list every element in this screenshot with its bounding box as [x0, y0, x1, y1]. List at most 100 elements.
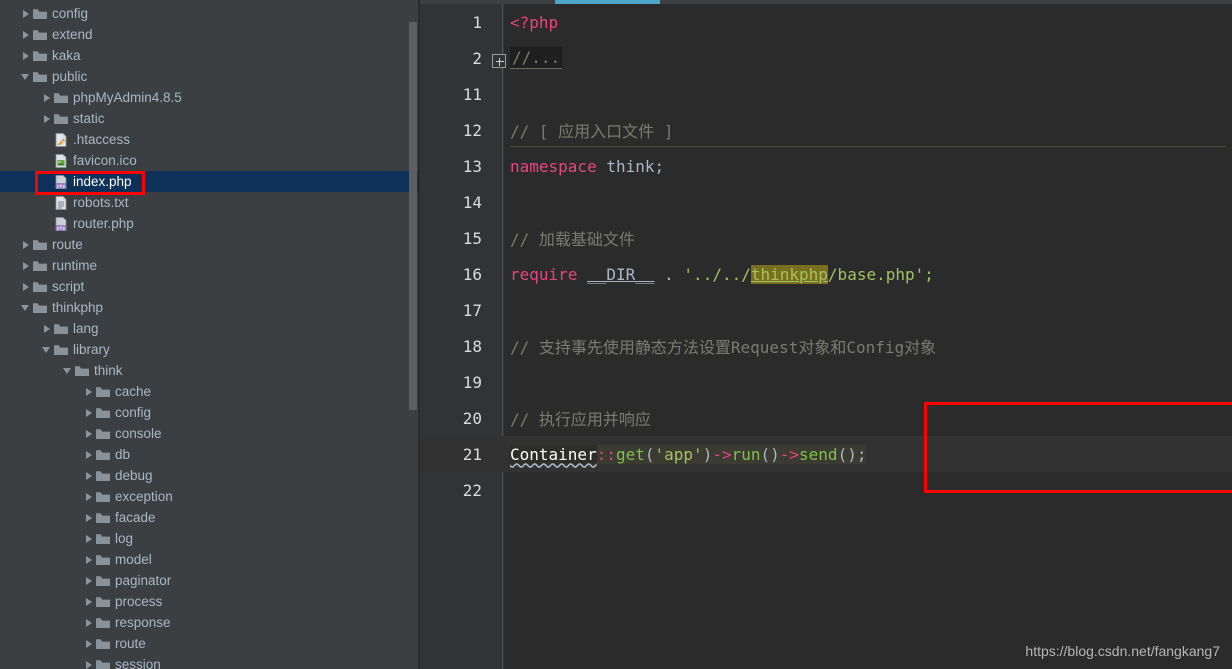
chevron-right-icon[interactable] [20, 260, 32, 272]
line-number: 22 [462, 480, 482, 500]
code-token: :: [596, 444, 616, 464]
tree-item-runtime[interactable]: runtime [0, 255, 420, 276]
tree-item-config[interactable]: config [0, 3, 420, 24]
tree-item-lang[interactable]: lang [0, 318, 420, 339]
folder-icon [95, 489, 111, 505]
chevron-right-icon[interactable] [20, 8, 32, 20]
chevron-right-icon[interactable] [83, 617, 95, 629]
tree-item-index-php[interactable]: php index.php [0, 171, 420, 192]
tree-item-config[interactable]: config [0, 402, 420, 423]
line-content: // 加载基础文件 [510, 220, 635, 256]
chevron-right-icon[interactable] [41, 323, 53, 335]
code-line[interactable]: 12 // [ 应用入口文件 ] [420, 112, 1232, 148]
tree-item-log[interactable]: log [0, 528, 420, 549]
folded-comment[interactable]: //... [510, 47, 563, 69]
code-line[interactable]: 1 <?php [420, 4, 1232, 40]
chevron-right-icon[interactable] [83, 470, 95, 482]
code-line[interactable]: 18 // 支持事先使用静态方法设置Request对象和Config对象 [420, 328, 1232, 364]
folder-icon [95, 447, 111, 463]
tree-item--htaccess[interactable]: .htaccess [0, 129, 420, 150]
folder-icon [95, 615, 111, 631]
code-fold-expand-icon[interactable] [492, 54, 506, 68]
code-line[interactable]: 15 // 加载基础文件 [420, 220, 1232, 256]
tree-item-facade[interactable]: facade [0, 507, 420, 528]
code-token: // 支持事先使用静态方法设置Request对象和Config对象 [510, 338, 937, 357]
tree-item-kaka[interactable]: kaka [0, 45, 420, 66]
tree-item-exception[interactable]: exception [0, 486, 420, 507]
tree-item-public[interactable]: public [0, 66, 420, 87]
tree-item-process[interactable]: process [0, 591, 420, 612]
tree-item-route[interactable]: route [0, 633, 420, 654]
chevron-right-icon[interactable] [83, 428, 95, 440]
code-token: 'app' [654, 444, 703, 464]
tree-item-label: thinkphp [52, 300, 104, 315]
chevron-right-icon[interactable] [83, 575, 95, 587]
tree-item-script[interactable]: script [0, 276, 420, 297]
chevron-right-icon[interactable] [83, 491, 95, 503]
chevron-right-icon[interactable] [83, 638, 95, 650]
folder-icon [74, 363, 90, 379]
tree-item-router-php[interactable]: php router.php [0, 213, 420, 234]
tree-item-cache[interactable]: cache [0, 381, 420, 402]
chevron-down-icon[interactable] [20, 302, 32, 314]
project-tree[interactable]: config extend kaka public phpMyAdmin4.8.5 sta… [0, 3, 420, 669]
thinkphp-path-highlight: thinkphp [750, 264, 828, 284]
code-line[interactable]: 19 [420, 364, 1232, 400]
tree-item-response[interactable]: response [0, 612, 420, 633]
chevron-right-icon[interactable] [83, 512, 95, 524]
chevron-right-icon[interactable] [41, 113, 53, 125]
code-line[interactable]: 17 [420, 292, 1232, 328]
chevron-right-icon[interactable] [83, 386, 95, 398]
tree-item-phpmyadmin4-8-5[interactable]: phpMyAdmin4.8.5 [0, 87, 420, 108]
chevron-down-icon[interactable] [62, 365, 74, 377]
tree-item-debug[interactable]: debug [0, 465, 420, 486]
tree-item-thinkphp[interactable]: thinkphp [0, 297, 420, 318]
code-line[interactable]: 16 require __DIR__ . '../../thinkphp/base… [420, 256, 1232, 292]
code-line[interactable]: 21 Container::get('app')->run()->send(); [420, 436, 1232, 472]
chevron-right-icon[interactable] [83, 533, 95, 545]
line-content: //... [510, 40, 563, 76]
tree-item-extend[interactable]: extend [0, 24, 420, 45]
tree-item-label: model [115, 552, 152, 567]
tree-item-console[interactable]: console [0, 423, 420, 444]
tree-item-db[interactable]: db [0, 444, 420, 465]
tree-item-route[interactable]: route [0, 234, 420, 255]
project-tree-scrollbar-thumb[interactable] [409, 22, 417, 410]
line-content: namespace think; [510, 148, 664, 184]
chevron-right-icon[interactable] [83, 407, 95, 419]
chevron-right-icon[interactable] [41, 92, 53, 104]
chevron-down-icon[interactable] [41, 344, 53, 356]
tree-item-session[interactable]: session [0, 654, 420, 669]
chevron-right-icon[interactable] [20, 281, 32, 293]
chevron-right-icon[interactable] [83, 449, 95, 461]
tree-item-model[interactable]: model [0, 549, 420, 570]
code-line[interactable]: 14 [420, 184, 1232, 220]
tree-item-label: phpMyAdmin4.8.5 [73, 90, 182, 105]
chevron-right-icon[interactable] [20, 50, 32, 62]
chevron-right-icon[interactable] [83, 554, 95, 566]
code-lines[interactable]: 1 <?php 2 //... 11 12 // [ 应用入口文件 ] 13 namespace… [420, 4, 1232, 508]
tree-item-label: runtime [52, 258, 98, 273]
line-content: <?php [510, 4, 558, 40]
tree-item-label: static [73, 111, 105, 126]
code-line[interactable]: 13 namespace think; [420, 148, 1232, 184]
tree-item-library[interactable]: library [0, 339, 420, 360]
folder-icon [95, 531, 111, 547]
chevron-right-icon[interactable] [20, 239, 32, 251]
code-line[interactable]: 11 [420, 76, 1232, 112]
code-token: require [510, 264, 578, 284]
chevron-right-icon[interactable] [20, 29, 32, 41]
tree-item-static[interactable]: static [0, 108, 420, 129]
code-line[interactable]: 20 // 执行应用并响应 [420, 400, 1232, 436]
code-line[interactable]: 2 //... [420, 40, 1232, 76]
chevron-right-icon[interactable] [83, 596, 95, 608]
tree-item-favicon-ico[interactable]: favicon.ico [0, 150, 420, 171]
tree-item-robots-txt[interactable]: robots.txt [0, 192, 420, 213]
code-area[interactable]: 1 <?php 2 //... 11 12 // [ 应用入口文件 ] 13 namespace… [420, 4, 1232, 669]
tree-item-paginator[interactable]: paginator [0, 570, 420, 591]
chevron-down-icon[interactable] [20, 71, 32, 83]
tree-item-think[interactable]: think [0, 360, 420, 381]
watermark-text: https://blog.csdn.net/fangkang7 [1025, 643, 1220, 659]
code-line[interactable]: 22 [420, 472, 1232, 508]
chevron-right-icon[interactable] [83, 659, 95, 669]
